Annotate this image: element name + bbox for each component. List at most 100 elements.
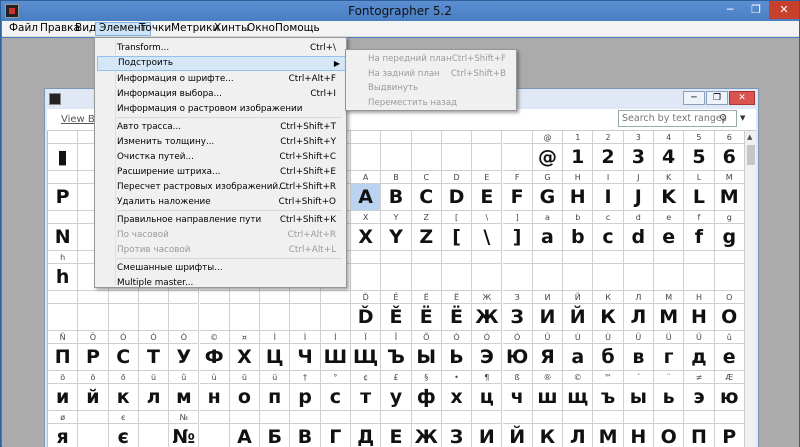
glyph-cell[interactable]: f (684, 224, 715, 251)
glyph-cell[interactable] (108, 304, 139, 331)
glyph-cell[interactable] (320, 304, 351, 331)
glyph-cell[interactable]: A (351, 184, 382, 211)
glyph-cell[interactable]: № (169, 424, 200, 447)
element-menu-item[interactable]: Transform... Ctrl+\ (97, 41, 346, 56)
submenu-item[interactable]: Выдвинуть (348, 81, 516, 95)
glyph-cell[interactable] (229, 304, 261, 331)
glyph-cell[interactable]: Ъ (381, 344, 412, 371)
glyph-cell[interactable]: й (78, 384, 109, 411)
vertical-scrollbar[interactable]: ▲ (744, 131, 756, 447)
glyph-cell[interactable]: э (684, 384, 715, 411)
glyph-cell[interactable] (532, 264, 564, 291)
glyph-cell[interactable]: I (593, 184, 624, 211)
glyph-cell[interactable]: М (654, 304, 685, 331)
glyph-cell[interactable]: О (654, 424, 685, 447)
glyph-cell[interactable] (199, 424, 230, 447)
glyph-cell[interactable] (78, 304, 109, 331)
glyph-cell[interactable]: М (593, 424, 624, 447)
glyph-cell[interactable]: щ (563, 384, 594, 411)
glyph-cell[interactable]: о (229, 384, 261, 411)
glyph-cell[interactable]: e (654, 224, 685, 251)
glyph-cell[interactable] (381, 144, 412, 171)
glyph-cell[interactable]: р (290, 384, 321, 411)
glyph-cell[interactable]: З (441, 424, 473, 447)
glyph-cell[interactable]: И (532, 304, 564, 331)
chevron-down-icon[interactable]: ▼ (740, 114, 745, 122)
element-menu-item[interactable]: Multiple master... (97, 276, 346, 291)
glyph-cell[interactable]: К (593, 304, 624, 331)
maximize-button[interactable]: ❐ (743, 1, 769, 19)
element-menu-item[interactable]: Информация о растровом изображении (97, 102, 346, 117)
glyph-cell[interactable]: С (108, 344, 139, 371)
glyph-cell[interactable]: б (593, 344, 624, 371)
glyph-cell[interactable]: Ш (320, 344, 351, 371)
title-bar[interactable]: Fontographer 5.2 ─ ❐ ✕ (1, 1, 799, 21)
glyph-cell[interactable] (502, 144, 533, 171)
glyph-cell[interactable] (138, 304, 170, 331)
element-menu-item[interactable]: Информация выбора... Ctrl+I (97, 87, 346, 102)
glyph-cell[interactable]: Щ (351, 344, 382, 371)
glyph-cell[interactable]: ю (714, 384, 744, 411)
glyph-cell[interactable]: Ж (411, 424, 442, 447)
glyph-cell[interactable]: Й (563, 304, 594, 331)
glyph-cell[interactable]: [ (441, 224, 473, 251)
glyph-cell[interactable]: Х (229, 344, 261, 371)
element-menu-item[interactable]: Пересчет растровых изображений... Ctrl+Sh… (97, 180, 346, 195)
glyph-cell[interactable]: a (532, 224, 564, 251)
glyph-cell[interactable]: и (48, 384, 79, 411)
glyph-cell[interactable]: ц (472, 384, 503, 411)
glyph-cell[interactable]: Ё (411, 304, 442, 331)
glyph-cell[interactable]: с (320, 384, 351, 411)
glyph-cell[interactable] (351, 264, 382, 291)
scroll-up-icon[interactable]: ▲ (747, 133, 752, 141)
glyph-cell[interactable]: у (381, 384, 412, 411)
element-menu-item[interactable]: Очистка путей... Ctrl+Shift+C (97, 150, 346, 165)
glyph-cell[interactable]: d (623, 224, 654, 251)
glyph-cell[interactable]: г (654, 344, 685, 371)
glyph-cell[interactable]: E (472, 184, 503, 211)
glyph-cell[interactable]: У (169, 344, 200, 371)
glyph-cell[interactable]: т (351, 384, 382, 411)
glyph-cell[interactable]: Ж (472, 304, 503, 331)
glyph-cell[interactable]: д (684, 344, 715, 371)
glyph-cell[interactable]: Ф (199, 344, 230, 371)
glyph-cell[interactable]: П (684, 424, 715, 447)
glyph-cell[interactable]: H (563, 184, 594, 211)
element-menu-item[interactable]: Изменить толщину... Ctrl+Shift+Y (97, 135, 346, 150)
glyph-cell[interactable] (563, 264, 594, 291)
glyph-cell[interactable]: c (593, 224, 624, 251)
element-menu-item[interactable]: Расширение штриха... Ctrl+Shift+E (97, 165, 346, 180)
glyph-cell[interactable] (351, 144, 382, 171)
glyph-cell[interactable]: О (714, 304, 744, 331)
glyph-cell[interactable]: Н (623, 424, 654, 447)
glyph-cell[interactable]: л (138, 384, 170, 411)
glyph-cell[interactable]: 3 (623, 144, 654, 171)
glyph-cell[interactable] (199, 304, 230, 331)
glyph-cell[interactable] (714, 264, 744, 291)
glyph-cell[interactable]: M (714, 184, 744, 211)
glyph-cell[interactable]: @ (532, 144, 564, 171)
glyph-cell[interactable] (684, 264, 715, 291)
glyph-cell[interactable] (78, 424, 109, 447)
glyph-cell[interactable]: є (108, 424, 139, 447)
submenu-item[interactable]: Переместить назад (348, 96, 516, 110)
glyph-cell[interactable] (169, 304, 200, 331)
glyph-cell[interactable]: 5 (684, 144, 715, 171)
glyph-cell[interactable]: а (563, 344, 594, 371)
glyph-cell[interactable] (138, 424, 170, 447)
glyph-cell[interactable]: А (229, 424, 261, 447)
element-menu-item[interactable]: Информация о шрифте... Ctrl+Alt+F (97, 72, 346, 87)
glyph-cell[interactable]: N (48, 224, 79, 251)
glyph-cell[interactable]: Ď (351, 304, 382, 331)
glyph-cell[interactable] (290, 304, 321, 331)
glyph-cell[interactable] (472, 264, 503, 291)
glyph-cell[interactable]: Ы (411, 344, 442, 371)
element-menu-item[interactable]: Удалить наложение Ctrl+Shift+O (97, 195, 346, 210)
glyph-cell[interactable]: Л (563, 424, 594, 447)
glyph-cell[interactable]: Z (411, 224, 442, 251)
glyph-cell[interactable] (593, 264, 624, 291)
glyph-cell[interactable]: П (48, 344, 79, 371)
glyph-cell[interactable]: P (48, 184, 79, 211)
element-menu-item[interactable]: Против часовой Ctrl+Alt+L (97, 243, 346, 258)
element-menu-item[interactable]: Правильное направление пути Ctrl+Shift+K (97, 213, 346, 228)
